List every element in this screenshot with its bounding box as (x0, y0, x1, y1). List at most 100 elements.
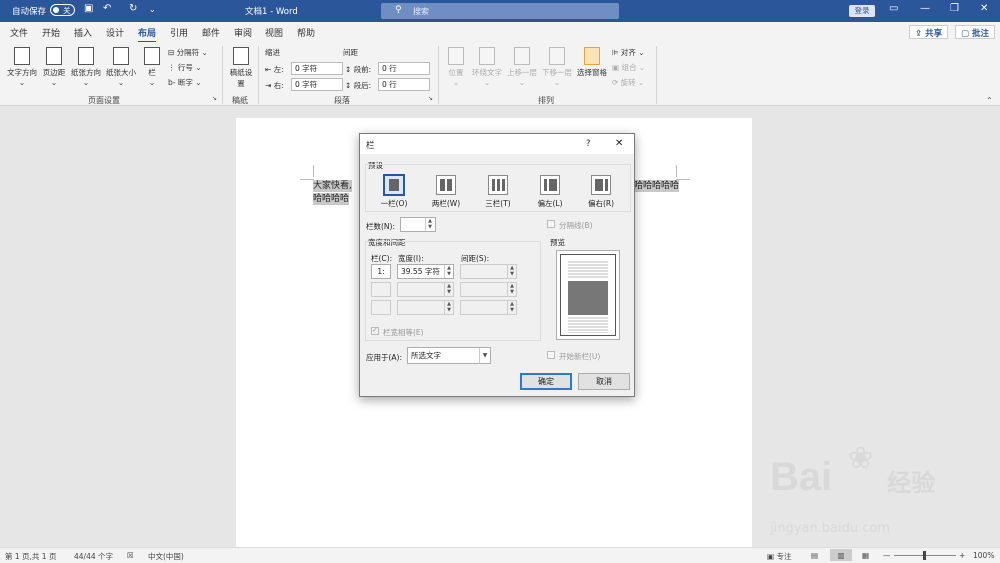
paragraph-launcher-icon[interactable]: ↘ (428, 95, 433, 102)
chevron-down-icon: ▼ (479, 348, 490, 363)
indent-left-input[interactable]: 0 字符 (291, 62, 343, 75)
preview-box (556, 250, 620, 340)
close-window-icon[interactable]: ✕ (980, 3, 988, 14)
size-button[interactable]: 纸张大小 ⌄ (104, 47, 138, 87)
tab-insert[interactable]: 插入 (74, 26, 92, 39)
margins-button[interactable]: 页边距 ⌄ (40, 47, 68, 87)
ok-button[interactable]: 确定 (520, 373, 572, 390)
width-stepper-1[interactable]: ▲ ▼ (444, 265, 453, 278)
group-label-paragraph: 段落 (334, 96, 350, 105)
customize-icon[interactable]: ⌄ (149, 5, 156, 14)
cancel-button[interactable]: 取消 (578, 373, 630, 390)
align-button[interactable]: ⊫ 对齐 ⌄ (612, 47, 645, 58)
autosave-toggle[interactable]: 关 (50, 4, 75, 16)
space-before-input[interactable]: 0 行 (378, 62, 430, 75)
tab-help[interactable]: 帮助 (297, 26, 315, 39)
selected-text-line1-right[interactable]: 哈哈哈哈哈 (634, 180, 680, 192)
zoom-slider-thumb[interactable] (923, 551, 926, 560)
group-button[interactable]: ▣ 组合 ⌄ (612, 62, 645, 73)
breaks-button[interactable]: ⊟ 分隔符 ⌄ (168, 47, 208, 58)
columns-dialog: 栏 ? ✕ 预设 一栏(O) 两栏(W) 三栏(T) 偏左(L) 偏右(R) 栏… (359, 133, 635, 397)
right-column-icon (591, 175, 611, 195)
indent-right-icon: ⇥ (265, 81, 272, 90)
share-button[interactable]: ⇪ 共享 (909, 25, 949, 39)
tab-design[interactable]: 设计 (106, 26, 124, 39)
tab-home[interactable]: 开始 (42, 26, 60, 39)
collapse-ribbon-icon[interactable]: ⌃ (986, 96, 993, 105)
spacing-stepper-3[interactable]: ▲ ▼ (507, 301, 516, 314)
preset-one[interactable]: 一栏(O) (376, 174, 412, 209)
zoom-level[interactable]: 100% (973, 551, 994, 560)
comments-button[interactable]: ▢ 批注 (955, 25, 996, 39)
read-mode-icon[interactable]: ▤ (811, 551, 818, 560)
document-title: 文档1 - Word (245, 7, 298, 17)
bring-forward-button[interactable]: 上移一层 ⌄ (505, 47, 539, 87)
proofing-icon[interactable]: ☒ (127, 551, 134, 560)
draft-settings-button[interactable]: 稿纸设置 (228, 47, 254, 89)
print-layout-icon[interactable]: ▥ (830, 549, 852, 561)
page-setup-launcher-icon[interactable]: ↘ (212, 95, 217, 102)
orientation-button[interactable]: 纸张方向 ⌄ (69, 47, 103, 87)
column-number-2 (371, 282, 391, 297)
close-icon[interactable]: ✕ (615, 138, 623, 149)
group-label-page-setup: 页面设置 (88, 96, 120, 105)
column-number-3 (371, 300, 391, 315)
columns-count-stepper[interactable]: ▲ ▼ (425, 218, 434, 231)
zoom-in-icon[interactable]: + (959, 551, 965, 560)
login-button[interactable]: 登录 (849, 5, 875, 17)
equal-width-checkbox[interactable]: ✓ (371, 326, 379, 335)
group-label-arrange: 排列 (538, 96, 554, 105)
rotate-button[interactable]: ⟳ 旋转 ⌄ (612, 77, 644, 88)
save-icon[interactable]: ▣ (84, 3, 93, 14)
tab-view[interactable]: 视图 (265, 26, 283, 39)
wrap-text-button[interactable]: 环绕文字 ⌄ (470, 47, 504, 87)
space-after-input[interactable]: 0 行 (378, 78, 430, 91)
status-language[interactable]: 中文(中国) (148, 551, 184, 562)
apply-to-select[interactable]: 所选文字 ▼ (407, 347, 491, 364)
preset-left[interactable]: 偏左(L) (532, 175, 568, 209)
selected-text-line2[interactable]: 哈哈哈哈 (313, 193, 350, 205)
indent-right-input[interactable]: 0 字符 (291, 78, 343, 91)
new-column-checkbox[interactable] (547, 351, 555, 359)
zoom-out-icon[interactable]: — (883, 551, 891, 560)
tab-mailings[interactable]: 邮件 (202, 26, 220, 39)
columns-count-label: 栏数(N): (366, 222, 395, 231)
tab-file[interactable]: 文件 (10, 26, 28, 39)
preset-three[interactable]: 三栏(T) (480, 175, 516, 209)
ribbon: 文字方向 ⌄ 页边距 ⌄ 纸张方向 ⌄ 纸张大小 ⌄ 栏 ⌄ ⊟ 分隔符 ⌄ ⋮ 行号 ⌄… (0, 42, 1000, 106)
ribbon-display-icon[interactable]: ▭ (889, 3, 898, 14)
hyphenation-button[interactable]: b‐ 断字 ⌄ (168, 77, 202, 88)
tab-references[interactable]: 引用 (170, 26, 188, 39)
search-box[interactable]: ⚲ 搜索 (381, 3, 619, 19)
watermark-url: jingyan.baidu.com (770, 521, 890, 536)
equal-width-label: 栏宽相等(E) (383, 328, 424, 337)
width-stepper-2[interactable]: ▲ ▼ (444, 283, 453, 296)
spacing-stepper-2[interactable]: ▲ ▼ (507, 283, 516, 296)
preset-two[interactable]: 两栏(W) (428, 175, 464, 209)
selected-text-line1-left[interactable]: 大家快看, (313, 180, 352, 192)
send-backward-button[interactable]: 下移一层 ⌄ (540, 47, 574, 87)
preview-page (560, 254, 616, 336)
tab-review[interactable]: 审阅 (234, 26, 252, 39)
focus-mode-button[interactable]: ▣ 专注 (767, 551, 791, 562)
separator-checkbox[interactable] (547, 220, 555, 228)
line-numbers-button[interactable]: ⋮ 行号 ⌄ (168, 62, 202, 73)
tab-layout[interactable]: 布局 (138, 26, 157, 43)
preset-right[interactable]: 偏右(R) (583, 175, 619, 209)
restore-icon[interactable]: ❐ (950, 3, 959, 14)
columns-button[interactable]: 栏 ⌄ (142, 47, 162, 87)
minimize-icon[interactable]: — (920, 3, 930, 14)
selection-pane-button[interactable]: 选择窗格 (575, 47, 609, 78)
redo-icon[interactable]: ↻ (129, 3, 137, 14)
spacing-stepper-1[interactable]: ▲ ▼ (507, 265, 516, 278)
text-direction-button[interactable]: 文字方向 ⌄ (5, 47, 39, 87)
indent-left-label: ⇤ 左: (265, 65, 284, 74)
position-button[interactable]: 位置 ⌄ (443, 47, 469, 87)
width-stepper-3[interactable]: ▲ ▼ (444, 301, 453, 314)
status-page[interactable]: 第 1 页,共 1 页 (5, 551, 56, 562)
undo-icon[interactable]: ↶ (103, 3, 111, 14)
web-layout-icon[interactable]: ▦ (862, 551, 869, 560)
help-button[interactable]: ? (586, 139, 591, 149)
status-words[interactable]: 44/44 个字 (74, 551, 113, 562)
space-before-label: ↕ 段前: (345, 65, 372, 74)
